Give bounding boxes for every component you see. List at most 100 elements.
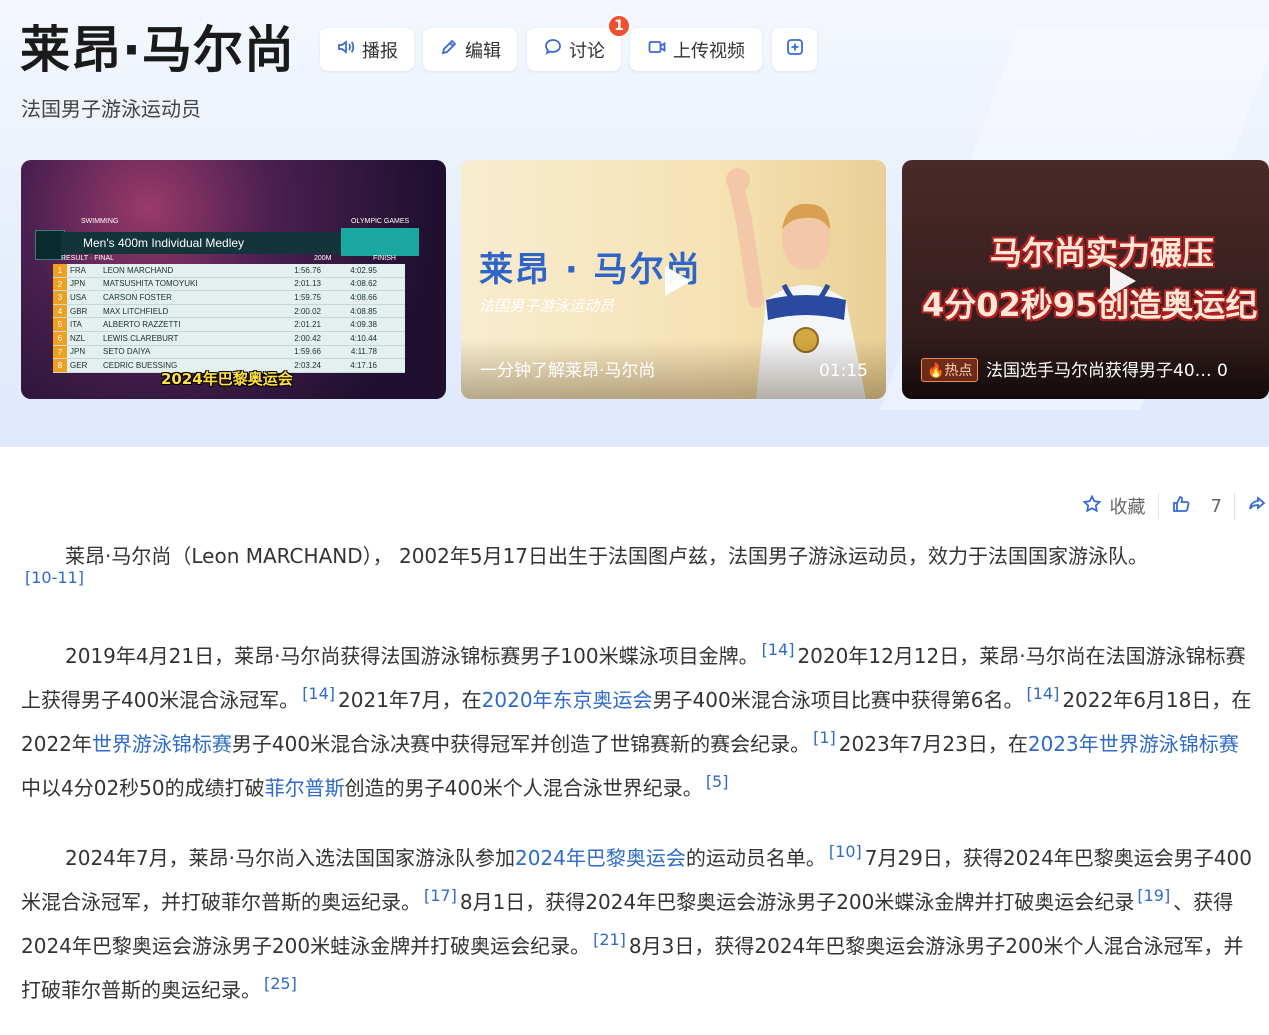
split-time: 1:59.75 bbox=[294, 292, 321, 302]
text: 创造的男子400米个人混合泳世界纪录。 bbox=[344, 776, 703, 800]
add-button[interactable] bbox=[772, 28, 817, 71]
board-event-tag: SWIMMING bbox=[81, 218, 119, 225]
rank: 5 bbox=[53, 318, 67, 331]
text: 2019年4月21日，莱昂·马尔尚获得法国游泳锦标赛男子100米蝶泳项目金牌。 bbox=[65, 644, 759, 668]
video-card-1[interactable]: SWIMMING OLYMPIC GAMES Men's 400m Indivi… bbox=[21, 160, 446, 399]
paragraph-career-1: 2019年4月21日，莱昂·马尔尚获得法国游泳锦标赛男子100米蝶泳项目金牌。[… bbox=[21, 631, 1257, 807]
upload-video-label: 上传视频 bbox=[673, 40, 745, 62]
link-paris-olympics[interactable]: 2024年巴黎奥运会 bbox=[515, 846, 686, 870]
citation-ref[interactable]: [14] bbox=[1023, 684, 1062, 703]
text: 中以4分02秒50的成绩打破 bbox=[21, 776, 265, 800]
video-card-3[interactable]: 马尔尚实力碾压 4分02秒95创造奥运纪 🔥热点 法国选手马尔尚获得男子40… … bbox=[902, 160, 1269, 399]
citation-ref[interactable]: [5] bbox=[703, 772, 732, 791]
result-row: 6 NZL LEWIS CLAREBURT 2:00.42 4:10.44 bbox=[53, 331, 405, 346]
board-stage: RESULT · FINAL bbox=[61, 255, 115, 262]
video-camera-icon bbox=[647, 37, 667, 62]
citation-ref[interactable]: [21] bbox=[590, 930, 629, 949]
share-icon bbox=[1247, 494, 1267, 519]
finish-time: 4:10.44 bbox=[350, 333, 377, 343]
olympic-rings-icon bbox=[341, 228, 419, 256]
citation-ref[interactable]: [17] bbox=[421, 886, 460, 905]
swimmer-name: MAX LITCHFIELD bbox=[103, 306, 169, 316]
split-time: 1:59.66 bbox=[294, 347, 321, 357]
video-2-duration: 01:15 bbox=[819, 361, 868, 381]
discuss-count-badge: 1 bbox=[607, 14, 631, 38]
speaker-icon bbox=[336, 37, 356, 62]
result-row: 3 USA CARSON FOSTER 1:59.75 4:08.66 bbox=[53, 291, 405, 305]
link-tokyo-olympics[interactable]: 2020年东京奥运会 bbox=[482, 688, 653, 712]
like-button[interactable]: 7 bbox=[1171, 494, 1222, 519]
share-button[interactable] bbox=[1247, 494, 1267, 519]
citation-ref[interactable]: [14] bbox=[759, 640, 798, 659]
citation-ref[interactable]: [1] bbox=[810, 728, 839, 747]
citation-ref[interactable]: [19] bbox=[1134, 886, 1173, 905]
video-1-caption: 2024年巴黎奥运会 bbox=[161, 370, 293, 388]
country: JPN bbox=[70, 279, 86, 289]
citation-ref[interactable]: [14] bbox=[299, 684, 338, 703]
rank: 1 bbox=[53, 264, 67, 277]
discuss-label: 讨论 bbox=[569, 40, 605, 62]
play-icon[interactable] bbox=[649, 256, 697, 304]
text: 2023年7月23日，在 bbox=[838, 732, 1028, 756]
country: FRA bbox=[70, 265, 86, 275]
results-table: 1 FRA LEON MARCHAND 1:56.76 4:02.95 2 JPN MATS… bbox=[53, 264, 405, 373]
split-time: 2:00.42 bbox=[294, 333, 321, 343]
country: USA bbox=[70, 292, 87, 302]
text: 2021年7月，在 bbox=[338, 688, 482, 712]
swimmer-name: LEON MARCHAND bbox=[103, 265, 174, 275]
upload-video-button[interactable]: 上传视频 bbox=[630, 28, 762, 71]
swimmer-name: ALBERTO RAZZETTI bbox=[103, 320, 181, 330]
like-count: 7 bbox=[1210, 495, 1222, 517]
thumbs-up-icon bbox=[1171, 494, 1191, 519]
country: GBR bbox=[70, 306, 88, 316]
finish-time: 4:17.16 bbox=[350, 360, 377, 370]
result-row: 5 ITA ALBERTO RAZZETTI 2:01.21 4:09.38 bbox=[53, 318, 405, 332]
discuss-button[interactable]: 讨论 bbox=[527, 28, 621, 71]
board-games-tag: OLYMPIC GAMES bbox=[351, 218, 410, 225]
link-world-championships[interactable]: 世界游泳锦标赛 bbox=[92, 732, 232, 756]
citation-ref[interactable]: [10] bbox=[826, 842, 865, 861]
swimmer-name: CARSON FOSTER bbox=[103, 292, 172, 302]
split-time: 2:00.02 bbox=[294, 306, 321, 316]
intro-text: 莱昂·马尔尚（Leon MARCHAND）， 2002年5月17日出生于法国图卢… bbox=[65, 544, 1149, 568]
country: JPN bbox=[70, 347, 86, 357]
hero-banner: 莱昂·马尔尚 法国男子游泳运动员 播报 编辑 讨论 1 上传视频 SWIMMIN… bbox=[0, 0, 1269, 447]
result-row: 2 JPN MATSUSHITA TOMOYUKI 2:01.13 4:08.62 bbox=[53, 277, 405, 292]
swimmer-name: LEWIS CLAREBURT bbox=[103, 333, 179, 343]
board-title: Men's 400m Individual Medley bbox=[61, 232, 361, 254]
country: NZL bbox=[70, 333, 86, 343]
split-time: 2:01.21 bbox=[294, 320, 321, 330]
pencil-icon bbox=[439, 37, 459, 62]
country: ITA bbox=[70, 320, 82, 330]
broadcast-button[interactable]: 播报 bbox=[320, 28, 414, 71]
result-row: 1 FRA LEON MARCHAND 1:56.76 4:02.95 bbox=[53, 264, 405, 278]
citation-ref[interactable]: [25] bbox=[261, 974, 300, 993]
video-card-2[interactable]: 莱昂 · 马尔尚 法国男子游泳运动员 一分钟了解莱昂·马尔尚 01:15 bbox=[461, 160, 886, 399]
citation-ref[interactable]: [10-11] bbox=[21, 569, 1257, 587]
finish-time: 4:11.78 bbox=[350, 347, 377, 357]
rank: 3 bbox=[53, 291, 67, 304]
finish-time: 4:09.38 bbox=[350, 320, 377, 330]
swimmer-name: SETO DAIYA bbox=[103, 347, 151, 357]
text: 男子400米混合泳决赛中获得冠军并创造了世锦赛新的赛会纪录。 bbox=[231, 732, 811, 756]
country: GER bbox=[70, 360, 88, 370]
video-3-caption: 法国选手马尔尚获得男子40… 0 bbox=[986, 361, 1228, 381]
rank: 8 bbox=[53, 359, 67, 372]
link-phelps[interactable]: 菲尔普斯 bbox=[265, 776, 345, 800]
page-subtitle: 法国男子游泳运动员 bbox=[21, 97, 201, 121]
page-title: 莱昂·马尔尚 bbox=[20, 21, 295, 79]
broadcast-label: 播报 bbox=[362, 40, 398, 62]
finish-time: 4:08.85 bbox=[350, 306, 377, 316]
link-2023-world-championships[interactable]: 2023年世界游泳锦标赛 bbox=[1028, 732, 1239, 756]
split-time: 1:56.76 bbox=[294, 265, 321, 275]
split-time: 2:01.13 bbox=[294, 279, 321, 289]
action-bar: 收藏 7 bbox=[1082, 490, 1269, 522]
result-row: 7 JPN SETO DAIYA 1:59.66 4:11.78 bbox=[53, 345, 405, 360]
card-3-art-line-2: 4分02秒95创造奥运纪 bbox=[922, 286, 1258, 324]
play-icon[interactable] bbox=[1094, 256, 1142, 304]
favorite-button[interactable]: 收藏 bbox=[1082, 493, 1146, 519]
rank: 6 bbox=[53, 331, 67, 345]
board-finish-head: FINISH bbox=[373, 255, 396, 262]
board-split-head: 200M bbox=[314, 255, 332, 262]
edit-button[interactable]: 编辑 bbox=[423, 28, 517, 71]
